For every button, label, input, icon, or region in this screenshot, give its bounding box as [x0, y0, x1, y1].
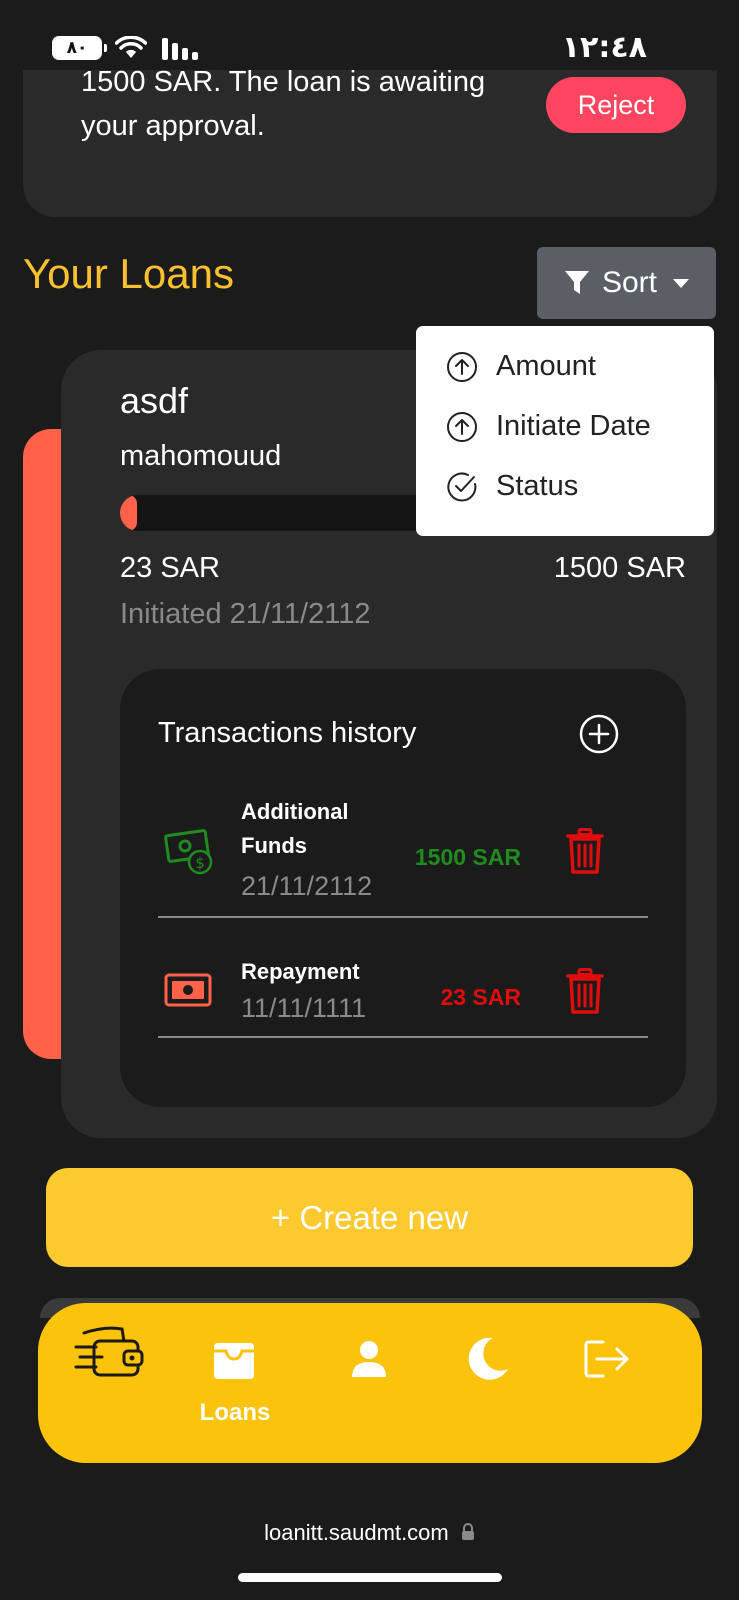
- lock-icon: [461, 1523, 474, 1540]
- moon-icon[interactable]: [463, 1335, 511, 1383]
- request-message-line1: 1500 SAR. The loan is awaiting: [81, 70, 486, 98]
- loan-paid-amount: 23 SAR: [120, 552, 220, 584]
- nav-item-loans-label: Loans: [199, 1399, 271, 1426]
- loan-borrower: mahomouud: [120, 440, 282, 472]
- arrow-up-circle-icon: [447, 411, 477, 442]
- divider: [158, 1036, 648, 1038]
- sort-label: Sort: [601, 266, 658, 299]
- sort-option-amount[interactable]: Amount: [446, 350, 596, 383]
- url-bar[interactable]: loanitt.saudmt.com: [0, 1520, 739, 1546]
- trash-icon[interactable]: [566, 828, 604, 874]
- transaction-title: Repayment: [241, 959, 360, 984]
- sort-option-label: Status: [496, 470, 579, 502]
- transaction-title-line2: Funds: [241, 833, 307, 858]
- bottom-nav: Loans: [38, 1303, 702, 1463]
- transaction-date: 11/11/1111: [241, 993, 367, 1023]
- transaction-amount: 23 SAR: [440, 984, 521, 1010]
- reject-button[interactable]: Reject: [546, 77, 686, 133]
- transaction-row[interactable]: $ Additional Funds 21/11/2112 1500 SAR: [158, 795, 686, 905]
- home-indicator: [238, 1573, 502, 1582]
- sort-option-label: Initiate Date: [496, 410, 651, 442]
- transactions-title: Transactions history: [158, 717, 417, 749]
- loan-name: asdf: [120, 380, 189, 421]
- page-title: Your Loans: [23, 250, 234, 297]
- caret-down-icon: [673, 278, 690, 288]
- logout-icon[interactable]: [583, 1339, 631, 1379]
- divider: [158, 916, 648, 918]
- transaction-amount: 1500 SAR: [414, 844, 521, 870]
- wallet-icon: [214, 1343, 254, 1379]
- transaction-title-line1: Additional: [241, 799, 349, 824]
- check-circle-icon: [447, 472, 477, 502]
- sort-option-status[interactable]: Status: [446, 470, 578, 503]
- sort-button[interactable]: Sort: [537, 247, 716, 319]
- loan-initiated-date: Initiated 21/11/2112: [120, 598, 371, 630]
- loan-request-card: 1500 SAR. The loan is awaiting your appr…: [23, 70, 717, 217]
- create-new-button[interactable]: + Create new: [46, 1168, 693, 1267]
- transaction-date: 21/11/2112: [241, 871, 373, 901]
- arrow-up-circle-icon: [447, 351, 477, 382]
- battery-icon: ٨٠: [52, 36, 107, 60]
- add-transaction-icon[interactable]: [579, 714, 619, 754]
- filter-icon: [564, 271, 589, 294]
- sort-option-initiate-date[interactable]: Initiate Date: [446, 410, 651, 443]
- cellular-signal-icon: [162, 38, 198, 60]
- transaction-row[interactable]: Repayment 11/11/1111 23 SAR: [158, 955, 686, 1025]
- wifi-icon: [115, 36, 147, 58]
- sort-option-label: Amount: [496, 350, 596, 382]
- url-text: loanitt.saudmt.com: [264, 1520, 449, 1545]
- request-message: 1500 SAR. The loan is awaiting your appr…: [81, 70, 521, 148]
- nav-item-loans[interactable]: Loans: [188, 1341, 282, 1441]
- logo-wallet-icon[interactable]: [74, 1323, 146, 1381]
- loan-total-amount: 1500 SAR: [553, 552, 686, 584]
- user-icon[interactable]: [350, 1339, 388, 1379]
- svg-text:$: $: [195, 854, 205, 872]
- money-dollar-icon: $: [164, 829, 213, 875]
- banknote-icon: [164, 973, 212, 1007]
- sort-dropdown-menu: Amount Initiate Date Status: [416, 326, 714, 536]
- transaction-title: Additional Funds: [241, 795, 349, 863]
- trash-icon[interactable]: [566, 968, 604, 1014]
- request-message-line2: your approval.: [81, 110, 265, 142]
- status-time: ١٢:٤٨: [561, 30, 647, 65]
